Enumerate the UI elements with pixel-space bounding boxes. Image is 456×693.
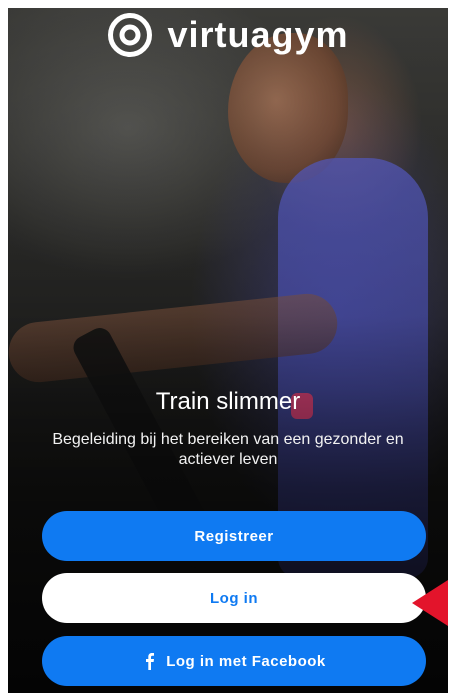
virtuagym-logo-icon <box>108 13 153 57</box>
hero-subtitle: Begeleiding bij het bereiken van een gez… <box>52 431 404 468</box>
facebook-f-icon <box>146 653 155 670</box>
login-button[interactable]: Log in <box>42 573 426 623</box>
facebook-login-button[interactable]: Log in met Facebook <box>42 636 426 686</box>
screen-edge <box>448 0 456 693</box>
hero-title: Train slimmer <box>155 388 301 415</box>
brand-name: virtuagym <box>167 14 349 55</box>
register-button[interactable]: Registreer <box>42 511 426 561</box>
brand-logo: virtuagym <box>0 12 456 58</box>
login-button-label: Log in <box>210 589 258 607</box>
pointer-arrow-icon <box>412 580 448 626</box>
facebook-login-label: Log in met Facebook <box>166 652 326 670</box>
register-button-label: Registreer <box>194 527 274 545</box>
welcome-screen: virtuagym Train slimmer Begeleiding bij … <box>0 0 456 693</box>
